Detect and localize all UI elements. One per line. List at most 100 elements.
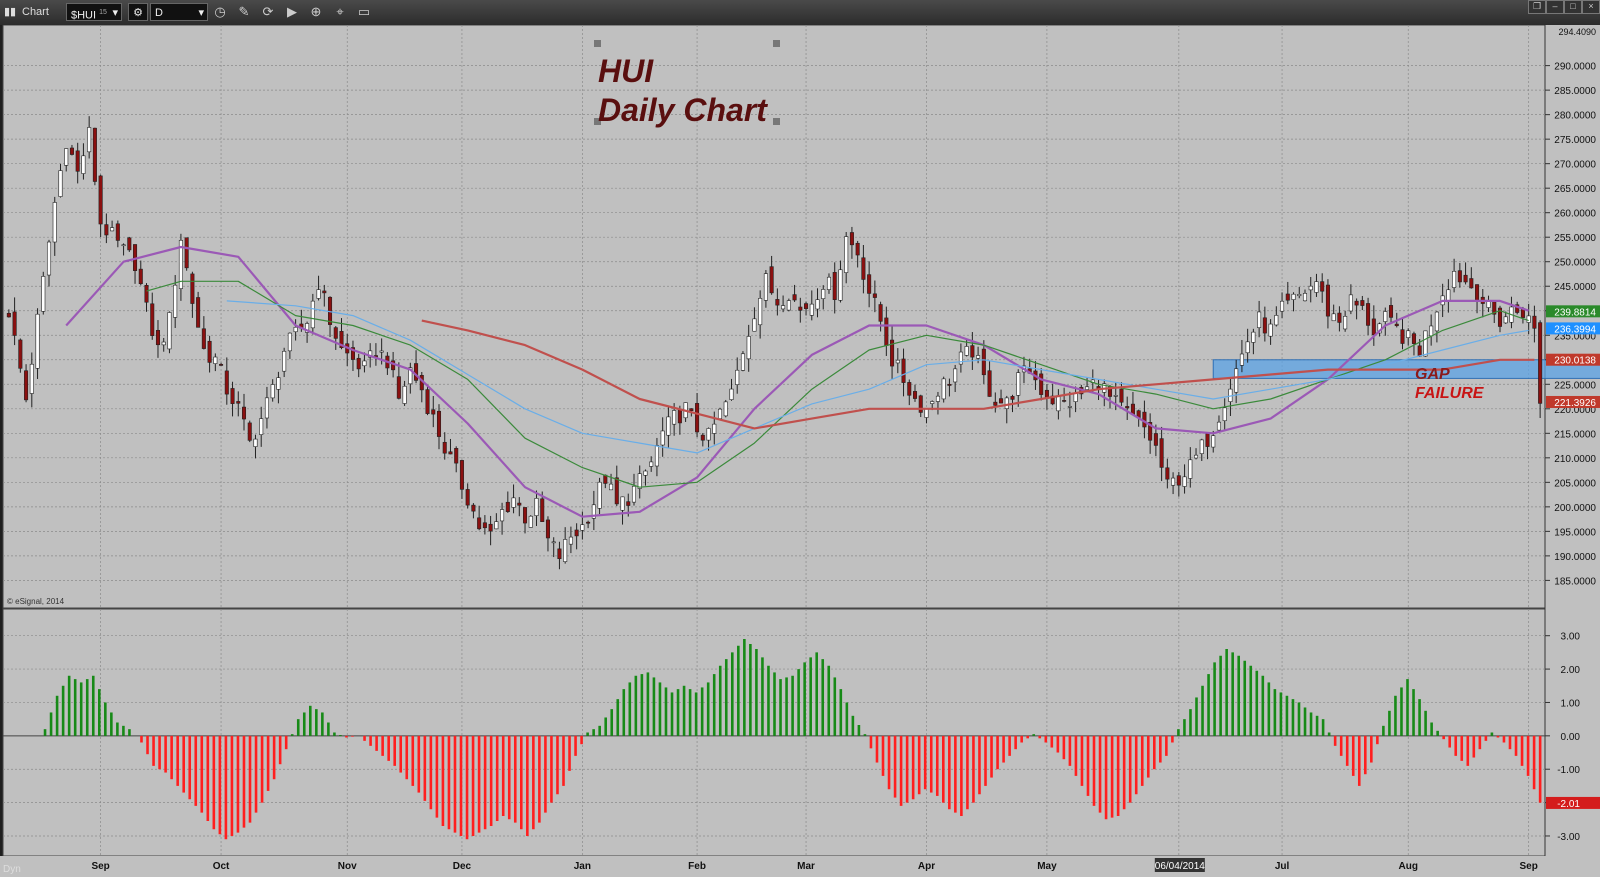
candle-up bbox=[746, 336, 751, 360]
candle-up bbox=[660, 430, 665, 446]
candle-down bbox=[1532, 315, 1537, 329]
chevron-down-icon[interactable]: ▾ bbox=[112, 4, 118, 22]
chart-area[interactable]: 290.0000 285.0000 280.0000 275.0000 270.0000… bbox=[0, 25, 1600, 877]
candle-up bbox=[213, 356, 218, 364]
maximize-icon[interactable]: □ bbox=[1564, 0, 1582, 14]
candle-up bbox=[52, 202, 57, 243]
candle-down bbox=[993, 401, 998, 406]
candle-up bbox=[964, 346, 969, 356]
candle-up bbox=[1446, 289, 1451, 301]
candle-up bbox=[551, 541, 556, 544]
candle-up bbox=[1383, 311, 1388, 322]
copyright-label: © eSignal, 2014 bbox=[7, 597, 65, 606]
candle-up bbox=[1331, 313, 1336, 322]
price-tag-label: 236.3994 bbox=[1554, 324, 1596, 335]
candle-up bbox=[1302, 293, 1308, 302]
dyn-label: Dyn bbox=[3, 864, 21, 875]
title-handle[interactable] bbox=[594, 40, 601, 47]
candle-up bbox=[173, 284, 178, 318]
candle-down bbox=[69, 147, 74, 155]
clock-icon[interactable]: ◷ bbox=[211, 3, 229, 21]
candle-up bbox=[511, 497, 516, 508]
price-y-tick-label: 275.0000 bbox=[1554, 135, 1596, 146]
candle-up bbox=[752, 318, 757, 332]
candle-down bbox=[1285, 293, 1290, 301]
candle-down bbox=[155, 330, 161, 346]
candle-up bbox=[740, 353, 745, 371]
candle-up bbox=[41, 276, 46, 312]
candle-down bbox=[1125, 406, 1130, 409]
candle-down bbox=[465, 489, 470, 506]
chart-title-line1[interactable]: HUI bbox=[598, 53, 654, 89]
candle-down bbox=[1400, 329, 1405, 344]
pencil-icon[interactable]: ✎ bbox=[235, 3, 253, 21]
title-handle[interactable] bbox=[773, 118, 780, 125]
dyn-status[interactable]: Dyn bbox=[0, 862, 43, 877]
candle-up bbox=[528, 515, 533, 528]
candle-down bbox=[689, 408, 694, 412]
cycle-icon[interactable]: ⟳ bbox=[259, 3, 277, 21]
candle-down bbox=[700, 434, 705, 441]
candle-up bbox=[1056, 396, 1061, 412]
candle-down bbox=[769, 266, 774, 294]
candle-down bbox=[1371, 318, 1376, 336]
minimize-icon[interactable]: – bbox=[1546, 0, 1564, 14]
candle-down bbox=[391, 360, 396, 371]
price-tag-label: 230.0138 bbox=[1554, 356, 1596, 367]
chart-title-line2[interactable]: Daily Chart bbox=[598, 92, 768, 128]
candle-up bbox=[563, 539, 568, 562]
candle-down bbox=[792, 294, 797, 301]
candle-down bbox=[999, 398, 1004, 404]
candle-down bbox=[505, 501, 510, 512]
candle-down bbox=[138, 268, 143, 285]
candle-down bbox=[414, 363, 419, 381]
x-tick-label: May bbox=[1037, 861, 1057, 872]
candle-up bbox=[293, 326, 298, 333]
annotation-failure: FAILURE bbox=[1415, 385, 1485, 402]
comment-icon[interactable]: ▭ bbox=[355, 3, 373, 21]
play-icon[interactable]: ▶ bbox=[283, 3, 301, 21]
candle-down bbox=[224, 370, 229, 395]
tag-icon[interactable]: ⌖ bbox=[331, 3, 349, 21]
candle-up bbox=[1251, 331, 1256, 343]
link-icon[interactable]: ⚙ bbox=[128, 3, 148, 21]
price-y-tick-label: 210.0000 bbox=[1554, 454, 1596, 465]
oscillator-y-tick-label: 2.00 bbox=[1561, 665, 1581, 676]
candle-down bbox=[442, 441, 447, 454]
chevron-down-icon[interactable]: ▾ bbox=[198, 4, 204, 22]
candle-up bbox=[1194, 454, 1199, 459]
candle-up bbox=[1004, 397, 1009, 409]
candle-down bbox=[677, 409, 682, 424]
candle-down bbox=[832, 272, 837, 300]
interval-select[interactable]: D ▾ bbox=[150, 3, 208, 21]
interval-value: D bbox=[155, 7, 163, 19]
candle-down bbox=[1176, 475, 1181, 486]
annotation-gap: GAP bbox=[1415, 366, 1450, 383]
x-tick-label: Sep bbox=[91, 861, 109, 872]
candle-down bbox=[861, 257, 866, 280]
candle-up bbox=[568, 536, 573, 545]
candle-down bbox=[626, 501, 631, 506]
candle-up bbox=[500, 509, 505, 522]
candle-down bbox=[1010, 396, 1015, 400]
restore-icon[interactable]: ❐ bbox=[1528, 0, 1546, 14]
close-icon[interactable]: × bbox=[1582, 0, 1600, 14]
candle-down bbox=[236, 401, 241, 404]
candle-down bbox=[1337, 312, 1342, 323]
candle-up bbox=[654, 445, 659, 467]
candle-up bbox=[1199, 439, 1204, 454]
candle-down bbox=[1262, 317, 1267, 334]
title-handle[interactable] bbox=[773, 40, 780, 47]
candle-down bbox=[614, 477, 619, 505]
candle-up bbox=[81, 155, 86, 174]
zoom-icon[interactable]: ⊕ bbox=[307, 3, 325, 21]
candle-up bbox=[1343, 316, 1348, 330]
price-y-tick-label: 185.0000 bbox=[1554, 576, 1596, 587]
candle-up bbox=[1291, 293, 1296, 300]
symbol-input[interactable]: $HUI 15 ▾ bbox=[66, 3, 122, 22]
candle-up bbox=[29, 363, 34, 394]
candle-up bbox=[1434, 311, 1439, 332]
candle-up bbox=[763, 273, 768, 301]
chart-app-icon[interactable]: ▮▮ bbox=[4, 3, 16, 21]
candle-down bbox=[1165, 467, 1170, 480]
